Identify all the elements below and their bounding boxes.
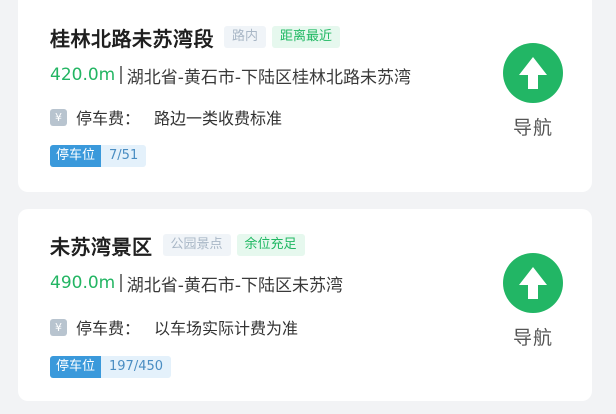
- navigate-arrow-icon[interactable]: [503, 253, 563, 313]
- divider: [120, 274, 122, 292]
- highlight-tag: 距离最近: [272, 26, 341, 48]
- yuan-icon: ¥: [50, 108, 67, 126]
- fee-value: 以车场实际计费为准: [154, 319, 299, 338]
- yuan-icon: ¥: [50, 318, 67, 336]
- parking-space-count: 7/51: [101, 145, 147, 167]
- title-row: 未苏湾景区 公园景点 余位充足: [50, 230, 305, 260]
- parking-space-badge: 停车位 7/51: [50, 145, 147, 167]
- address-row: 490.0m 湖北省-黄石市-下陆区未苏湾: [50, 270, 343, 296]
- parking-space-badge: 停车位 197/450: [50, 356, 172, 378]
- fee-row: ¥ 停车费： 路边一类收费标准: [50, 104, 282, 130]
- parking-space-label: 停车位: [50, 145, 102, 167]
- parking-name: 桂林北路未苏湾段: [50, 26, 214, 51]
- fee-value: 路边一类收费标准: [154, 109, 283, 128]
- highlight-tag: 余位充足: [236, 234, 305, 256]
- navigate-label[interactable]: 导航: [498, 323, 568, 350]
- title-row: 桂林北路未苏湾段 路内 距离最近: [50, 22, 341, 52]
- distance: 490.0m: [50, 273, 116, 293]
- navigate-button[interactable]: 导航: [498, 43, 568, 140]
- fee-label: 停车费：: [76, 319, 141, 338]
- distance: 420.0m: [50, 65, 116, 85]
- fee-row: ¥ 停车费： 以车场实际计费为准: [50, 314, 298, 340]
- divider: [120, 66, 122, 84]
- navigate-arrow-icon[interactable]: [503, 43, 563, 103]
- parking-space-count: 197/450: [101, 356, 172, 378]
- navigate-button[interactable]: 导航: [498, 253, 568, 350]
- fee-label: 停车费：: [76, 109, 141, 128]
- address: 湖北省-黄石市-下陆区桂林北路未苏湾: [126, 67, 412, 88]
- address-row: 420.0m 湖北省-黄石市-下陆区桂林北路未苏湾: [50, 62, 411, 88]
- address: 湖北省-黄石市-下陆区未苏湾: [126, 275, 344, 296]
- navigate-label[interactable]: 导航: [498, 113, 568, 140]
- parking-result-card[interactable]: 未苏湾景区 公园景点 余位充足 490.0m 湖北省-黄石市-下陆区未苏湾 ¥ …: [18, 209, 592, 401]
- parking-name: 未苏湾景区: [50, 234, 153, 259]
- type-tag: 公园景点: [162, 234, 231, 256]
- type-tag: 路内: [224, 26, 267, 48]
- parking-result-card[interactable]: 桂林北路未苏湾段 路内 距离最近 420.0m 湖北省-黄石市-下陆区桂林北路未…: [18, 0, 592, 192]
- parking-space-label: 停车位: [50, 356, 102, 378]
